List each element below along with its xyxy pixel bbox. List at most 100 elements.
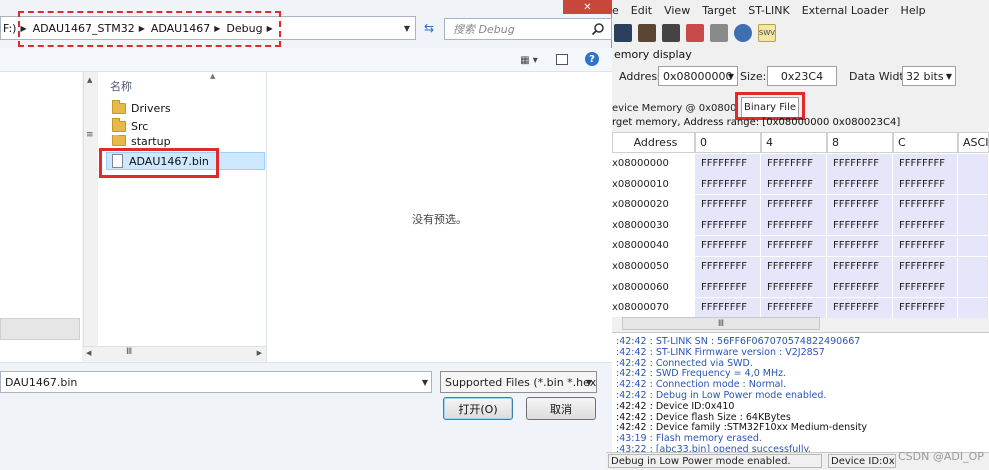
grid-cell[interactable]: FFFFFFFF: [761, 153, 827, 174]
grid-column-header[interactable]: 4: [761, 132, 827, 153]
column-header-name[interactable]: 名称: [110, 78, 132, 94]
grid-cell-ascii[interactable]: [958, 277, 989, 298]
disconnect-icon[interactable]: [662, 24, 680, 42]
connect-icon[interactable]: [638, 24, 656, 42]
grid-row-address: x08000030: [612, 219, 669, 231]
list-item[interactable]: Drivers: [112, 99, 171, 117]
menu-help[interactable]: Help: [901, 4, 926, 17]
grid-cell[interactable]: FFFFFFFF: [761, 277, 827, 298]
menu-file[interactable]: e: [612, 4, 619, 17]
scroll-grip-icon[interactable]: Ⅲ: [126, 347, 132, 357]
grid-cell[interactable]: FFFFFFFF: [893, 194, 958, 215]
grid-cell[interactable]: FFFFFFFF: [893, 256, 958, 277]
list-item[interactable]: Src: [112, 117, 148, 135]
scroll-up-icon[interactable]: ▲: [87, 76, 92, 84]
grid-cell-ascii[interactable]: [958, 194, 989, 215]
grid-cell-ascii[interactable]: [958, 215, 989, 236]
menu-edit[interactable]: Edit: [631, 4, 652, 17]
grid-cell[interactable]: FFFFFFFF: [893, 297, 958, 318]
grid-cell[interactable]: FFFFFFFF: [827, 256, 893, 277]
chevron-down-icon[interactable]: ▼: [942, 66, 956, 86]
vertical-scrollbar[interactable]: ▲ ≡: [83, 72, 98, 347]
grid-cell[interactable]: FFFFFFFF: [827, 194, 893, 215]
grid-cell[interactable]: FFFFFFFF: [827, 215, 893, 236]
search-icon[interactable]: [591, 22, 605, 36]
grid-cell[interactable]: FFFFFFFF: [695, 256, 761, 277]
open-button[interactable]: 打开(O): [443, 397, 513, 420]
grid-cell[interactable]: FFFFFFFF: [761, 256, 827, 277]
grid-cell[interactable]: FFFFFFFF: [695, 277, 761, 298]
breadcrumb-drive[interactable]: F:): [3, 22, 16, 35]
grid-horizontal-scrollbar[interactable]: Ⅲ: [622, 317, 820, 330]
grid-cell-ascii[interactable]: [958, 297, 989, 318]
size-input[interactable]: 0x23C4: [767, 66, 837, 86]
grid-cell-ascii[interactable]: [958, 235, 989, 256]
grid-cell-ascii[interactable]: [958, 174, 989, 195]
scroll-right-icon[interactable]: ▶: [257, 349, 262, 357]
chevron-down-icon[interactable]: ▼: [724, 66, 738, 86]
grid-column-header[interactable]: 0: [695, 132, 761, 153]
grid-cell[interactable]: FFFFFFFF: [695, 153, 761, 174]
grid-cell[interactable]: FFFFFFFF: [893, 174, 958, 195]
grid-cell[interactable]: FFFFFFFF: [827, 277, 893, 298]
grid-cell[interactable]: FFFFFFFF: [695, 297, 761, 318]
grid-row-address: x08000010: [612, 178, 669, 190]
chevron-down-icon[interactable]: ▼: [582, 371, 596, 393]
help-icon[interactable]: ?: [585, 52, 599, 66]
grid-cell[interactable]: FFFFFFFF: [827, 174, 893, 195]
globe-icon[interactable]: [734, 24, 752, 42]
grid-column-header[interactable]: Address: [612, 132, 695, 153]
chevron-down-icon[interactable]: ▼: [400, 18, 414, 38]
grid-cell[interactable]: FFFFFFFF: [893, 153, 958, 174]
grid-row-address: x08000050: [612, 261, 669, 272]
refresh-icon[interactable]: ⇆: [418, 18, 440, 38]
preview-pane-icon[interactable]: [556, 54, 568, 65]
grid-cell[interactable]: FFFFFFFF: [827, 235, 893, 256]
grid-cell[interactable]: FFFFFFFF: [893, 235, 958, 256]
erase-icon[interactable]: [686, 24, 704, 42]
search-input[interactable]: 搜索 Debug: [444, 18, 612, 40]
grid-column-header[interactable]: ASCII: [958, 132, 989, 153]
log-line: :42:42 : Device flash Size : 64KBytes: [616, 411, 791, 423]
grid-cell[interactable]: FFFFFFFF: [893, 277, 958, 298]
menu-stlink[interactable]: ST-LINK: [748, 4, 789, 17]
close-icon[interactable]: ✕: [563, 0, 612, 14]
tab-device-memory[interactable]: evice Memory @ 0x08000000 :: [612, 99, 736, 117]
menu-external-loader[interactable]: External Loader: [802, 4, 889, 17]
grid-cell-ascii[interactable]: [958, 256, 989, 277]
grid-cell[interactable]: FFFFFFFF: [695, 215, 761, 236]
menu-target[interactable]: Target: [702, 4, 736, 17]
log-line: :42:42 : ST-LINK Firmware version : V2J2…: [616, 346, 825, 358]
grid-cell[interactable]: FFFFFFFF: [827, 297, 893, 318]
grid-column-header[interactable]: 8: [827, 132, 893, 153]
view-options-icon[interactable]: ▦ ▾: [513, 52, 545, 68]
filename-input[interactable]: DAU1467.bin: [0, 371, 432, 393]
grid-cell[interactable]: FFFFFFFF: [695, 194, 761, 215]
scroll-grip-icon[interactable]: ≡: [86, 130, 94, 140]
grid-cell[interactable]: FFFFFFFF: [761, 194, 827, 215]
grid-cell[interactable]: FFFFFFFF: [827, 153, 893, 174]
search-placeholder: 搜索 Debug: [453, 23, 515, 36]
grid-cell[interactable]: FFFFFFFF: [761, 174, 827, 195]
grid-column-header[interactable]: C: [893, 132, 958, 153]
scroll-left-icon[interactable]: ◀: [86, 349, 91, 357]
grid-cell[interactable]: FFFFFFFF: [893, 215, 958, 236]
menu-view[interactable]: View: [664, 4, 690, 17]
grid-cell[interactable]: FFFFFFFF: [695, 235, 761, 256]
grid-cell[interactable]: FFFFFFFF: [761, 215, 827, 236]
size-label: Size:: [740, 70, 767, 83]
chevron-down-icon[interactable]: ▼: [418, 371, 432, 393]
swv-icon[interactable]: SWV: [758, 24, 776, 42]
grid-cell[interactable]: FFFFFFFF: [761, 235, 827, 256]
save-icon[interactable]: [614, 24, 632, 42]
grid-cell[interactable]: FFFFFFFF: [761, 297, 827, 318]
filetype-select[interactable]: Supported Files (*.bin *.hex *: [440, 371, 597, 393]
grid-cell[interactable]: FFFFFFFF: [695, 174, 761, 195]
program-icon[interactable]: [710, 24, 728, 42]
file-name: Drivers: [131, 101, 171, 115]
navigation-item[interactable]: [0, 318, 80, 340]
horizontal-scrollbar[interactable]: ◀ Ⅲ ▶: [82, 346, 266, 361]
cancel-button[interactable]: 取消: [526, 397, 596, 420]
grid-cell-ascii[interactable]: [958, 153, 989, 174]
list-item[interactable]: startup: [112, 135, 171, 147]
